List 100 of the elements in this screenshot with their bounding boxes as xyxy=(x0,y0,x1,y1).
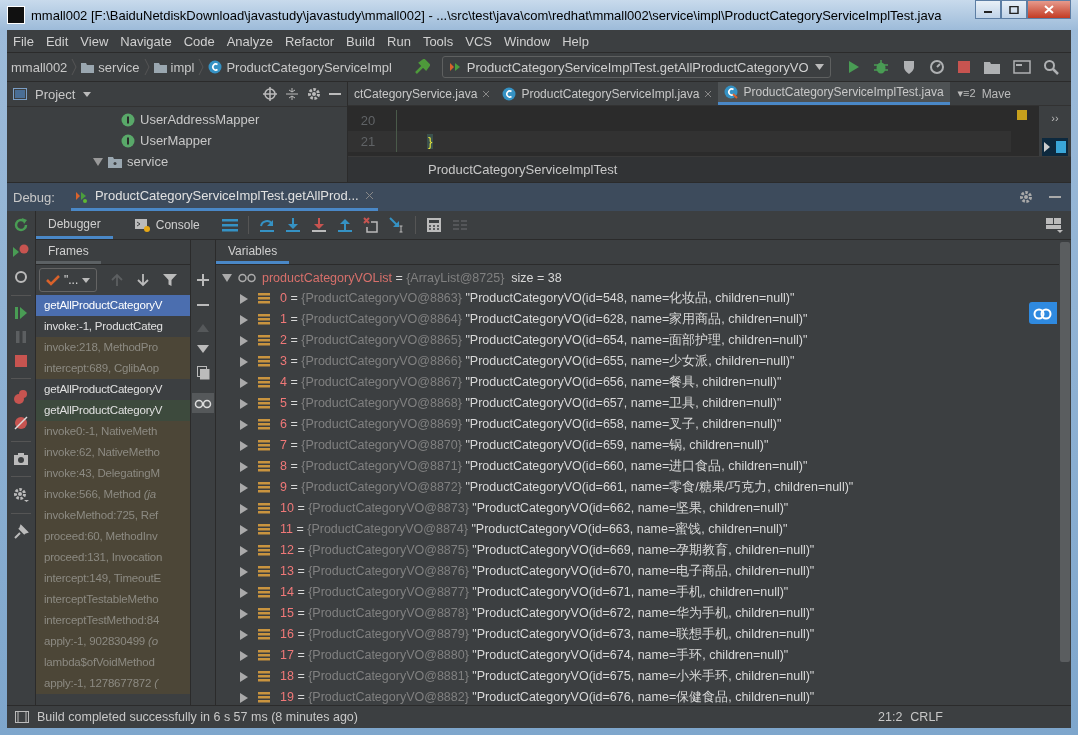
expand-arrow-icon[interactable] xyxy=(240,503,248,514)
minimize-icon[interactable] xyxy=(329,92,341,96)
project-structure-icon[interactable] xyxy=(982,59,1001,75)
expand-arrow-icon[interactable] xyxy=(240,398,248,409)
variable-entry[interactable]: 12 = {ProductCategoryVO@8875} "ProductCategoryVO(id=669, name=孕期教育, children=null)" xyxy=(280,542,815,559)
variable-entry[interactable]: 15 = {ProductCategoryVO@8878} "ProductCategoryVO(id=672, name=华为手机, children=null)" xyxy=(280,605,815,622)
breadcrumb-item[interactable]: ProductCategoryServiceImpl xyxy=(226,59,392,75)
pin-icon[interactable] xyxy=(13,524,29,540)
debug-session-tab[interactable]: ProductCategoryServiceImplTest.getAllProd... xyxy=(70,183,378,211)
expand-arrow-icon[interactable] xyxy=(240,419,248,430)
stop-icon[interactable] xyxy=(14,354,28,368)
variable-entry[interactable]: 16 = {ProductCategoryVO@8879} "ProductCategoryVO(id=673, name=联想手机, children=null)" xyxy=(280,626,815,643)
minimize-icon[interactable] xyxy=(1049,195,1061,199)
expand-arrow-icon[interactable] xyxy=(240,461,248,472)
menu-item[interactable]: VCS xyxy=(465,33,492,49)
run-icon[interactable] xyxy=(846,60,861,74)
stack-frame[interactable]: getAllProductCategoryV xyxy=(36,295,190,316)
tree-item[interactable]: UserMapper xyxy=(140,133,212,148)
variable-entry[interactable]: 14 = {ProductCategoryVO@8877} "ProductCategoryVO(id=671, name=手机, children=null)" xyxy=(280,584,789,601)
glasses-icon[interactable] xyxy=(192,393,214,413)
menu-item[interactable]: Code xyxy=(183,33,215,49)
step-out-icon[interactable] xyxy=(336,217,353,233)
expand-arrow-icon[interactable] xyxy=(240,545,248,556)
variable-entry[interactable]: 8 = {ProductCategoryVO@8871} "ProductCategoryVO(id=660, name=进口食品, children=null)" xyxy=(280,458,808,475)
variable-entry[interactable]: 19 = {ProductCategoryVO@8882} "ProductCategoryVO(id=676, name=保健食品, children=null)" xyxy=(280,689,815,705)
settings-icon[interactable] xyxy=(1019,190,1033,204)
menu-item[interactable]: Refactor xyxy=(284,33,335,49)
search-icon[interactable] xyxy=(1042,59,1059,75)
menu-item[interactable]: View xyxy=(80,33,109,49)
minimize-button[interactable] xyxy=(975,0,1001,19)
expand-arrow-icon[interactable] xyxy=(240,440,248,451)
breakpoints-icon[interactable] xyxy=(13,389,29,405)
expand-arrow-icon[interactable] xyxy=(240,524,248,535)
variable-entry[interactable]: 5 = {ProductCategoryVO@8868} "ProductCategoryVO(id=657, name=卫具, children=null)" xyxy=(280,395,782,412)
expand-arrow-icon[interactable] xyxy=(240,692,248,703)
scrollbar-thumb[interactable] xyxy=(1060,242,1070,662)
menu-item[interactable]: File xyxy=(13,33,34,49)
line-separator[interactable]: CRLF xyxy=(910,710,943,724)
tree-item[interactable]: service xyxy=(127,154,169,169)
tree-item[interactable]: UserAddressMapper xyxy=(140,112,260,127)
editor-breadcrumb[interactable]: ProductCategoryServiceImplTest xyxy=(428,162,618,177)
maven-icon[interactable] xyxy=(1042,138,1068,157)
menu-icon[interactable] xyxy=(221,218,238,232)
add-icon[interactable] xyxy=(197,274,209,286)
bug-icon[interactable] xyxy=(872,59,889,75)
expand-arrow-icon[interactable] xyxy=(240,314,248,325)
locate-icon[interactable] xyxy=(263,87,277,101)
menu-item[interactable]: Navigate xyxy=(120,33,172,49)
variables-tab[interactable]: Variables xyxy=(216,240,290,264)
variable-entry[interactable]: 10 = {ProductCategoryVO@8873} "ProductCategoryVO(id=662, name=坚果, children=null)" xyxy=(280,500,789,517)
thread-dropdown[interactable]: "... xyxy=(39,268,98,292)
settings-icon[interactable] xyxy=(307,87,321,101)
expand-arrow-icon[interactable] xyxy=(240,335,248,346)
cloud-icon[interactable] xyxy=(1029,302,1057,324)
profiler-icon[interactable] xyxy=(928,59,945,75)
terminal-icon[interactable] xyxy=(1012,59,1031,75)
debugger-tab[interactable]: Debugger xyxy=(36,211,113,239)
tab-list-button[interactable]: ▾≡2 xyxy=(957,87,976,100)
expand-arrow-icon[interactable] xyxy=(240,356,248,367)
variable-entry[interactable]: 1 = {ProductCategoryVO@8864} "ProductCategoryVO(id=628, name=家用商品, children=null)" xyxy=(280,311,808,328)
variable-entry[interactable]: 0 = {ProductCategoryVO@8863} "ProductCategoryVO(id=548, name=化妆品, children=null)" xyxy=(280,290,795,307)
menu-item[interactable]: Edit xyxy=(45,33,69,49)
variable-entry[interactable]: 6 = {ProductCategoryVO@8869} "ProductCategoryVO(id=658, name=叉子, children=null)" xyxy=(280,416,782,433)
variable-entry[interactable]: 18 = {ProductCategoryVO@8881} "ProductCategoryVO(id=675, name=小米手环, children=null)" xyxy=(280,668,815,685)
stop-icon[interactable] xyxy=(956,60,971,74)
rerun-failed-icon[interactable] xyxy=(12,243,30,259)
expand-arrow-icon[interactable] xyxy=(240,566,248,577)
camera-icon[interactable] xyxy=(13,452,29,466)
variable-entry[interactable]: 3 = {ProductCategoryVO@8866} "ProductCategoryVO(id=655, name=少女派, children=null)" xyxy=(280,353,795,370)
frames-tab[interactable]: Frames xyxy=(36,240,101,264)
copy-icon[interactable] xyxy=(196,366,210,380)
expand-arrow-icon[interactable] xyxy=(240,671,248,682)
stack-frame[interactable]: getAllProductCategoryV xyxy=(36,400,190,421)
menu-item[interactable]: Build xyxy=(346,33,375,49)
panel-toggle-icon[interactable] xyxy=(15,711,29,723)
layout-icon[interactable] xyxy=(1045,217,1063,233)
expand-arrow-icon[interactable] xyxy=(240,293,248,304)
down-arrow-icon[interactable] xyxy=(137,273,150,287)
step-into-icon[interactable] xyxy=(284,217,301,233)
variable-entry[interactable]: 9 = {ProductCategoryVO@8872} "ProductCategoryVO(id=661, name=零食/糖果/巧克力, children=null)" xyxy=(280,479,854,496)
editor-tab[interactable]: ProductCategoryServiceImplTest.java xyxy=(718,82,950,106)
expand-arrow-icon[interactable] xyxy=(240,482,248,493)
variable-entry[interactable]: 2 = {ProductCategoryVO@8865} "ProductCategoryVO(id=654, name=面部护理, children=null)" xyxy=(280,332,808,349)
side-tab[interactable]: Mave xyxy=(981,86,1011,101)
run-to-cursor-icon[interactable] xyxy=(388,217,405,233)
filter-icon[interactable] xyxy=(163,273,178,287)
menu-item[interactable]: Analyze xyxy=(226,33,273,49)
debugger-tab[interactable]: Console xyxy=(122,211,212,239)
breadcrumb-item[interactable]: service xyxy=(98,59,140,75)
close-button[interactable] xyxy=(1027,0,1071,19)
hammer-icon[interactable] xyxy=(413,59,430,75)
menu-item[interactable]: Window xyxy=(503,33,551,49)
expand-arrow-icon[interactable] xyxy=(222,273,232,282)
force-step-into-icon[interactable] xyxy=(310,217,327,233)
restore-icon[interactable] xyxy=(13,269,29,285)
step-over-icon[interactable] xyxy=(258,217,275,233)
expand-arrow-icon[interactable] xyxy=(240,377,248,388)
variable-entry[interactable]: 17 = {ProductCategoryVO@8880} "ProductCategoryVO(id=674, name=手环, children=null)" xyxy=(280,647,789,664)
expand-arrow-icon[interactable] xyxy=(93,157,103,166)
project-view-dropdown[interactable]: Project xyxy=(35,86,76,102)
